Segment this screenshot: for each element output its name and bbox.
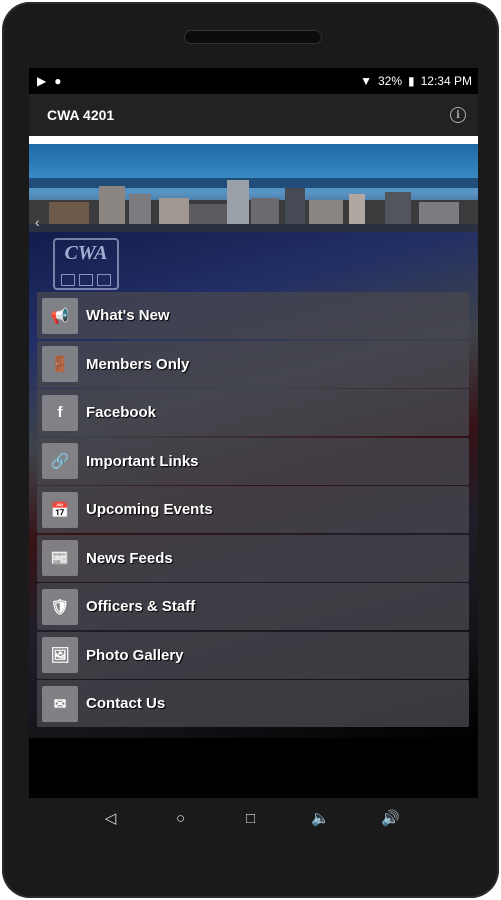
cast-icon: ▶	[37, 74, 47, 88]
carousel-prev-icon[interactable]: ‹	[35, 214, 40, 230]
info-icon[interactable]: i	[450, 107, 466, 123]
header-banner-image: ‹	[29, 144, 478, 232]
clock: 12:34 PM	[420, 74, 472, 88]
menu-item-upcoming-events[interactable]: 📅 Upcoming Events	[37, 486, 469, 533]
menu-item-whats-new[interactable]: 📢 What's New	[37, 292, 469, 339]
menu-item-label: Photo Gallery	[86, 646, 184, 664]
volume-up-icon[interactable]: 🔊	[379, 809, 403, 827]
menu-item-important-links[interactable]: 🔗 Important Links	[37, 437, 469, 485]
battery-icon: ▮	[408, 74, 415, 88]
main-menu: 📢 What's New 🚪 Members Only f Facebook 🔗…	[37, 292, 469, 729]
door-exit-icon: 🚪	[42, 346, 78, 382]
menu-item-news-feeds[interactable]: 📰 News Feeds	[37, 534, 469, 582]
photo-icon: 🖼	[42, 637, 78, 673]
back-icon[interactable]: ◁	[99, 809, 123, 827]
menu-item-photo-gallery[interactable]: 🖼 Photo Gallery	[37, 631, 469, 679]
link-icon: 🔗	[42, 443, 78, 479]
app-bar: CWA 4201 i	[29, 94, 478, 136]
device-frame: ▶ ● ▼ 32% ▮ 12:34 PM CWA 4201 i ‹ CWA 📢 …	[2, 2, 499, 898]
cwa-logo: CWA	[53, 238, 119, 290]
recents-icon[interactable]: □	[239, 810, 263, 827]
speaker-grille	[184, 30, 322, 44]
system-nav-bar: ◁ ○ □ 🔈 🔊	[2, 798, 499, 838]
menu-item-members-only[interactable]: 🚪 Members Only	[37, 340, 469, 388]
screen: ▶ ● ▼ 32% ▮ 12:34 PM CWA 4201 i ‹ CWA 📢 …	[29, 68, 478, 798]
menu-item-label: Members Only	[86, 355, 190, 373]
menu-item-label: Upcoming Events	[86, 501, 213, 518]
menu-item-officers-staff[interactable]: 🛡 Officers & Staff	[37, 583, 469, 630]
calendar-icon: 📅	[42, 491, 78, 528]
menu-item-label: Officers & Staff	[86, 598, 196, 615]
logo-mark-3	[97, 274, 111, 286]
wifi-icon: ▼	[360, 74, 372, 88]
news-icon: 📰	[42, 540, 78, 576]
menu-item-facebook[interactable]: f Facebook	[37, 389, 469, 436]
menu-item-contact-us[interactable]: ✉ Contact Us	[37, 680, 469, 727]
app-title: CWA 4201	[47, 107, 115, 123]
battery-text: 32%	[377, 74, 403, 88]
envelope-icon: ✉	[42, 685, 78, 722]
menu-item-label: Important Links	[86, 452, 199, 470]
megaphone-icon: 📢	[42, 297, 78, 334]
city-skyline	[29, 180, 478, 232]
facebook-icon: f	[42, 394, 78, 431]
menu-item-label: Contact Us	[86, 695, 166, 712]
menu-item-label: Facebook	[86, 404, 157, 421]
android-icon: ●	[54, 74, 62, 88]
main-content: ‹ CWA 📢 What's New 🚪 Members Only f Face…	[29, 144, 478, 798]
volume-down-icon[interactable]: 🔈	[309, 809, 333, 827]
menu-item-label: What's New	[86, 307, 170, 324]
home-icon[interactable]: ○	[169, 810, 193, 827]
status-bar: ▶ ● ▼ 32% ▮ 12:34 PM	[29, 68, 478, 94]
logo-mark-1	[61, 274, 75, 286]
menu-item-label: News Feeds	[86, 549, 173, 567]
logo-mark-2	[79, 274, 93, 286]
badge-icon: 🛡	[42, 588, 78, 625]
divider	[29, 136, 478, 144]
